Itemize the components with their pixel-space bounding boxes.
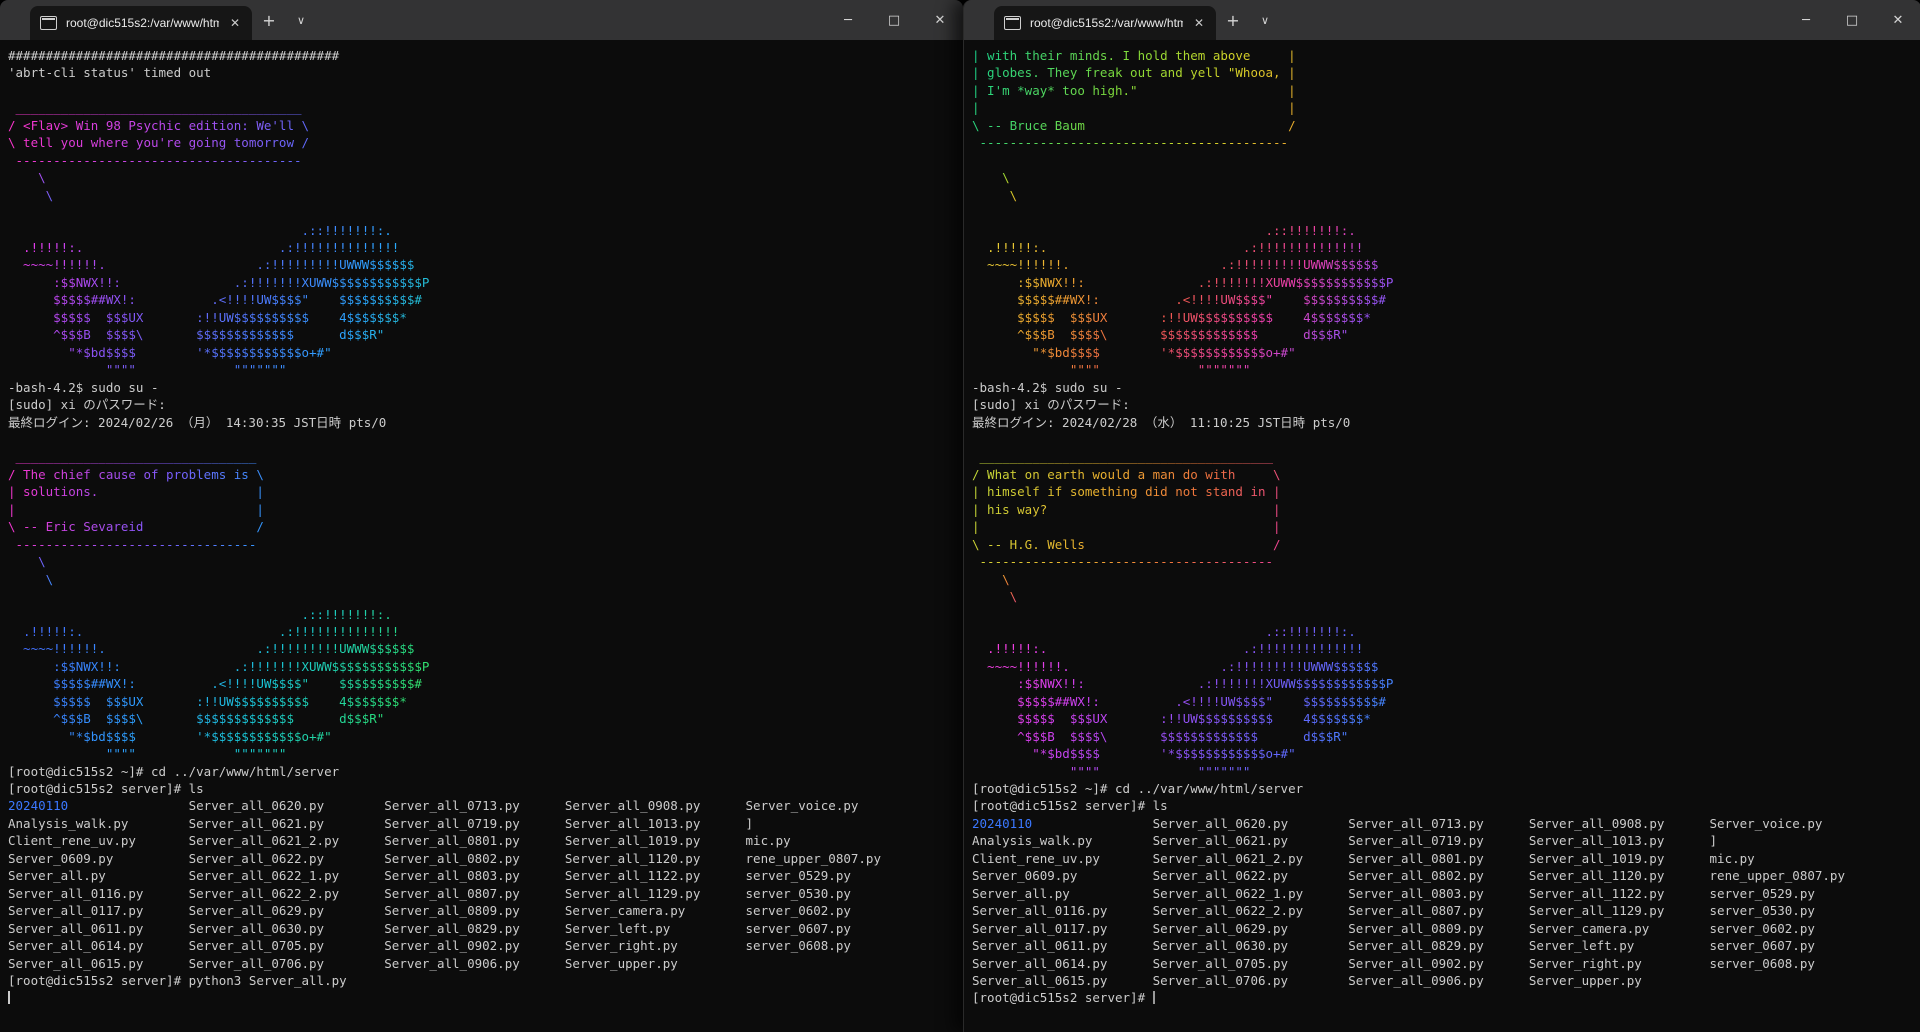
maximize-button[interactable]: □: [1829, 0, 1875, 40]
minimize-button[interactable]: ─: [1783, 0, 1829, 40]
tab-bar-right: root@dic515s2:/var/www/htm ✕ + ∨ ─ □ ✕: [964, 0, 1920, 40]
terminal-tab-right[interactable]: root@dic515s2:/var/www/htm ✕: [994, 6, 1216, 40]
banner-text: ########################################…: [8, 47, 963, 99]
ascii-art: .::!!!!!!!:. .!!!!!:. .:!!!!!!!!!!!!!! ~…: [8, 606, 429, 763]
terminal-icon: [1004, 16, 1021, 30]
close-tab-icon[interactable]: ✕: [1192, 16, 1206, 30]
cow-tail: \ \: [8, 169, 53, 221]
fortune-baum: | with their minds. I hold them above | …: [972, 47, 1296, 169]
text-cursor: [1153, 991, 1155, 1004]
tab-dropdown-button[interactable]: ∨: [286, 0, 316, 40]
window-controls-left: ─ □ ✕: [825, 0, 963, 40]
cow-tail: \ \: [972, 571, 1017, 623]
listing-rows: Analysis_walk.py Server_all_0621.py Serv…: [972, 833, 1845, 988]
listing-row: Server_all_0620.py Server_all_0713.py Se…: [68, 798, 858, 813]
minimize-button[interactable]: ─: [825, 0, 871, 40]
terminal-window-right: root@dic515s2:/var/www/htm ✕ + ∨ ─ □ ✕ |…: [963, 0, 1920, 1032]
fortune-sevareid: ________________________________ / The c…: [8, 448, 264, 553]
fortune-flav: ______________________________________ /…: [8, 99, 309, 169]
prompt-line: [root@dic515s2 server]#: [972, 989, 1920, 1006]
shell-commands: [root@dic515s2 ~]# cd ../var/www/html/se…: [972, 780, 1920, 815]
maximize-button[interactable]: □: [871, 0, 917, 40]
ascii-art: .::!!!!!!!:. .!!!!!:. .:!!!!!!!!!!!!!! ~…: [8, 222, 429, 379]
cow-tail: \ \: [972, 169, 1017, 221]
file-listing: 20240110 Server_all_0620.py Server_all_0…: [8, 797, 963, 972]
ascii-art: .::!!!!!!!:. .!!!!!:. .:!!!!!!!!!!!!!! ~…: [972, 222, 1393, 379]
listing-rows: Analysis_walk.py Server_all_0621.py Serv…: [8, 816, 881, 971]
close-button[interactable]: ✕: [1875, 0, 1920, 40]
cursor-line: [8, 989, 963, 1006]
new-tab-button[interactable]: +: [1216, 0, 1250, 40]
shell-commands: [root@dic515s2 ~]# cd ../var/www/html/se…: [8, 763, 963, 798]
cow-tail: \ \: [8, 553, 53, 605]
shell-login-output: -bash-4.2$ sudo su - [sudo] xi のパスワード: 最…: [8, 379, 963, 449]
tab-title: root@dic515s2:/var/www/htm: [1030, 16, 1183, 30]
terminal-tab-left[interactable]: root@dic515s2:/var/www/htm ✕: [30, 6, 252, 40]
new-tab-button[interactable]: +: [252, 0, 286, 40]
window-controls-right: ─ □ ✕: [1783, 0, 1920, 40]
fortune-wells: _______________________________________ …: [972, 448, 1281, 570]
close-tab-icon[interactable]: ✕: [228, 16, 242, 30]
ascii-art: .::!!!!!!!:. .!!!!!:. .:!!!!!!!!!!!!!! ~…: [972, 623, 1393, 780]
tab-bar-left: root@dic515s2:/var/www/htm ✕ + ∨ ─ □ ✕: [0, 0, 963, 40]
terminal-screen-right[interactable]: | with their minds. I hold them above | …: [964, 40, 1920, 1032]
text-cursor: [8, 991, 10, 1004]
shell-prompt: [root@dic515s2 server]#: [972, 990, 1153, 1005]
file-listing: 20240110 Server_all_0620.py Server_all_0…: [972, 815, 1920, 990]
terminal-screen-left[interactable]: ########################################…: [0, 40, 963, 1032]
terminal-icon: [40, 16, 57, 30]
shell-login-output: -bash-4.2$ sudo su - [sudo] xi のパスワード: 最…: [972, 379, 1920, 449]
directory-entry: 20240110: [972, 816, 1032, 831]
listing-row: Server_all_0620.py Server_all_0713.py Se…: [1032, 816, 1822, 831]
directory-entry: 20240110: [8, 798, 68, 813]
tab-dropdown-button[interactable]: ∨: [1250, 0, 1280, 40]
shell-run-command: [root@dic515s2 server]# python3 Server_a…: [8, 972, 963, 989]
terminal-window-left: root@dic515s2:/var/www/htm ✕ + ∨ ─ □ ✕ #…: [0, 0, 963, 1032]
tab-title: root@dic515s2:/var/www/htm: [66, 16, 219, 30]
close-button[interactable]: ✕: [917, 0, 963, 40]
